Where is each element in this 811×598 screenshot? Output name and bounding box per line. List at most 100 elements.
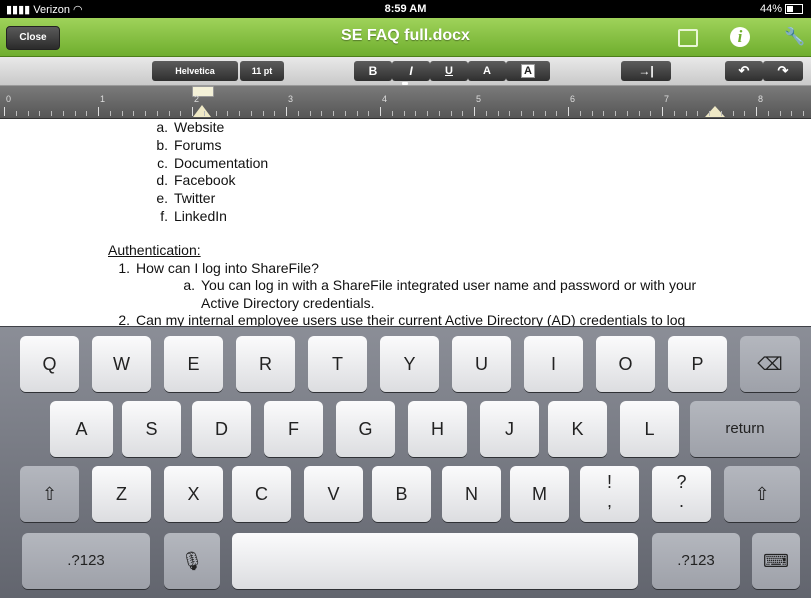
question-item: 2. Can my internal employee users use the… [118,312,686,326]
key-t[interactable]: T [308,336,367,392]
ruler-tick [74,111,76,116]
key-f[interactable]: F [264,401,323,457]
ruler-tick [803,111,804,116]
ruler-tick [239,111,240,116]
highlight-button[interactable]: A [506,61,550,81]
key-x[interactable]: X [164,466,223,522]
key-v[interactable]: V [304,466,363,522]
key-e[interactable]: E [164,336,223,392]
answer-continuation: Active Directory credentials. [201,295,375,311]
ruler-tick [215,111,217,116]
ruler-tick [673,111,675,116]
key-r[interactable]: R [236,336,295,392]
key-g[interactable]: G [336,401,395,457]
left-indent-handle[interactable] [193,105,211,117]
underline-button[interactable]: U [430,61,468,81]
key-w[interactable]: W [92,336,151,392]
key-a[interactable]: A [50,401,113,457]
ruler-tick [15,111,17,116]
dictation-key[interactable]: 🎙 [164,533,220,589]
key-d[interactable]: D [192,401,251,457]
image-icon[interactable] [678,29,698,47]
key-k[interactable]: K [548,401,607,457]
key-q[interactable]: Q [20,336,79,392]
key-j[interactable]: J [480,401,539,457]
font-size-select[interactable]: 11 pt [240,61,284,81]
bold-button[interactable]: B [354,61,392,81]
on-screen-keyboard: Q W E R T Y U I O P ⌫ A S D F G H J K L … [0,326,811,598]
ruler-tick [521,111,522,116]
key-p[interactable]: P [668,336,727,392]
shift-icon: ⇧ [754,484,770,504]
key-exclamation-comma[interactable]: !, [580,466,639,522]
key-i[interactable]: I [524,336,583,392]
ruler-tick [650,111,652,116]
ruler-tick [532,111,534,116]
ruler-tick [145,111,146,116]
ruler-tick [321,111,323,116]
section-heading: Authentication: [108,242,201,258]
indent-button[interactable]: →| [621,61,671,81]
ruler-tick [415,111,417,116]
ruler-tick [368,111,370,116]
ruler-tick [568,107,569,116]
ruler-tick [262,111,264,116]
ruler: 0 1 2 3 4 5 6 7 8 [0,86,811,119]
key-question-period[interactable]: ?. [652,466,711,522]
undo-button[interactable]: ↶ [725,61,763,81]
key-u[interactable]: U [452,336,511,392]
numbers-key-right[interactable]: .?123 [652,533,740,589]
ruler-tick [626,111,628,116]
key-y[interactable]: Y [380,336,439,392]
ruler-tick [474,107,475,116]
ruler-number: 0 [6,94,12,104]
key-z[interactable]: Z [92,466,151,522]
redo-button[interactable]: ↷ [763,61,803,81]
ruler-tick [720,111,722,116]
key-o[interactable]: O [596,336,655,392]
ruler-tick [333,111,334,116]
ruler-tick [497,111,499,116]
key-s[interactable]: S [122,401,181,457]
info-icon[interactable]: i [730,27,750,47]
microphone-icon: 🎙 [180,551,204,571]
text-color-button[interactable]: A [468,61,506,81]
key-h[interactable]: H [408,401,467,457]
ruler-tick [591,111,593,116]
backspace-key[interactable]: ⌫ [740,336,800,392]
ruler-tick [438,111,440,116]
key-b[interactable]: B [372,466,431,522]
key-l[interactable]: L [620,401,679,457]
ruler-tick [309,111,311,116]
ruler-number: 4 [382,94,388,104]
wrench-icon[interactable]: 🔧 [784,26,806,48]
ruler-tick [356,111,358,116]
numbers-key-left[interactable]: .?123 [22,533,150,589]
ruler-tick [615,111,616,116]
document-body[interactable]: a. Website b. Forums c. Documentation d. Fac… [0,119,811,326]
ruler-tick [86,111,88,116]
space-bar[interactable] [232,533,638,589]
clock: 8:59 AM [384,3,427,15]
shift-key-left[interactable]: ⇧ [20,466,79,522]
return-key[interactable]: return [690,401,800,457]
right-indent-handle[interactable] [705,106,725,117]
ruler-tick [227,111,229,116]
key-c[interactable]: C [232,466,291,522]
shift-key-right[interactable]: ⇧ [724,466,800,522]
answer-item: a. You can log in with a ShareFile integr… [183,277,697,293]
hide-keyboard-key[interactable]: ⌨ [752,533,800,589]
font-select[interactable]: Helvetica [152,61,238,81]
ruler-tick [286,107,287,116]
battery-indicator: 44% [760,3,803,15]
ruler-number: 5 [476,94,482,104]
italic-button[interactable]: I [392,61,430,81]
ruler-tick [344,111,346,116]
ruler-tick [462,111,464,116]
list-item: b. Forums [156,137,222,153]
ruler-number: 3 [288,94,294,104]
keyboard-icon: ⌨ [763,551,789,571]
key-m[interactable]: M [510,466,569,522]
ruler-tick [744,111,746,116]
key-n[interactable]: N [442,466,501,522]
